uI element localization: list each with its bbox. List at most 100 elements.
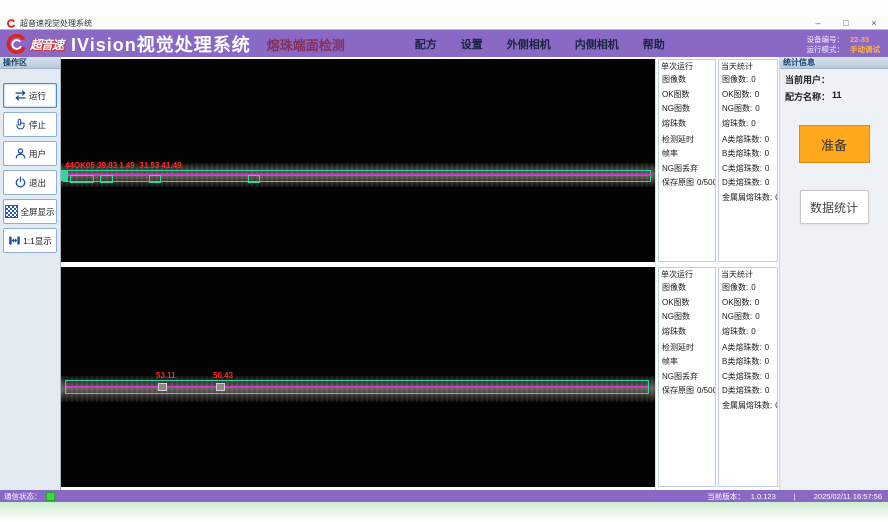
camera-content: 44OK05 39.83 1.49 31.53 41.49 53.11 56.4… (61, 57, 655, 490)
bead-centerline-overlay (66, 386, 648, 388)
data-statistics-button[interactable]: 数据统计 (800, 190, 869, 224)
segment-marker-overlay (248, 175, 260, 183)
groupbox-title: 当天统计 (719, 268, 777, 283)
device-number-value: 22-33 (850, 35, 880, 44)
menu-item[interactable]: 内侧相机 (575, 36, 619, 52)
app-logo-small-icon (7, 19, 16, 28)
camera-view-inner[interactable]: 53.11 56.43 (61, 267, 655, 487)
stat-row: NG图数:0 (722, 104, 777, 114)
maximize-button[interactable]: □ (832, 18, 860, 28)
power-icon (14, 176, 27, 189)
app-header: 超音速 IVision视觉处理系统 熔珠端面检测 配方 设置 外侧相机 内侧相机… (0, 29, 888, 58)
groupbox-title: 单次运行 (659, 268, 715, 283)
prepare-button[interactable]: 准备 (799, 125, 870, 163)
groupbox-title: 单次运行 (659, 60, 715, 75)
measurement-annotation: 56.43 (213, 371, 233, 380)
app-subtitle: 熔珠端面检测 (267, 35, 345, 54)
segment-marker-overlay (70, 175, 94, 183)
device-info: 设备编号： 22-33 运行模式： 手动调试 (807, 35, 881, 54)
stat-row: 熔珠数:0 (722, 327, 777, 337)
stat-row: B类熔珠数:0 (722, 149, 777, 159)
stat-row: OK图数:0 (722, 90, 777, 100)
bead-marker-box (216, 383, 225, 391)
bead-marker-box (158, 383, 167, 391)
close-button[interactable]: × (860, 18, 888, 28)
one-to-one-icon (8, 234, 21, 247)
comm-status-indicator (46, 492, 55, 501)
run-button-label: 运行 (29, 90, 46, 102)
daily-stats-groupbox: 当天统计 图像数:0 OK图数:0 (718, 267, 778, 487)
menu-item[interactable]: 帮助 (643, 36, 665, 52)
stat-row: A类熔珠数:0 (722, 343, 777, 353)
operation-sidebar: 操作区 运行 (0, 57, 61, 490)
stat-row: 帧率 (662, 357, 715, 367)
stat-row: OK图数:0 (722, 298, 777, 308)
edge-marker-overlay (61, 170, 68, 181)
fullscreen-button[interactable]: 全屏显示 (3, 199, 57, 224)
info-panel: 统计信息 当前用户： 配方名称： 11 准备 数据统计 (779, 57, 888, 490)
stat-row: 检测延时 (662, 343, 715, 353)
stat-row: D类熔珠数:0 (722, 386, 777, 396)
fullscreen-button-label: 全屏显示 (20, 206, 54, 218)
menu-item[interactable]: 配方 (415, 36, 437, 52)
segment-marker-overlay (149, 175, 161, 183)
stat-row: NG图丢弃 (662, 372, 715, 382)
stat-row: 熔珠数:0 (722, 119, 777, 129)
stat-row: 金属屑熔珠数:0 (722, 193, 777, 203)
desktop-background-top (0, 0, 888, 17)
camera-view-outer[interactable]: 44OK05 39.83 1.49 31.53 41.49 (61, 59, 655, 262)
stat-row: C类熔珠数:0 (722, 372, 777, 382)
stats-section-outer: 单次运行 图像数 OK图数 NG (656, 59, 779, 262)
stat-row: D类熔珠数:0 (722, 178, 777, 188)
single-run-groupbox: 单次运行 图像数 OK图数 NG (658, 267, 716, 487)
device-number-label: 设备编号： (807, 35, 845, 44)
stat-row: 图像数 (662, 283, 715, 293)
minimize-button[interactable]: – (804, 18, 832, 28)
user-button[interactable]: 用户 (3, 141, 57, 166)
exit-button-label: 退出 (29, 177, 46, 189)
datetime-value: 2025/02/11 16:57:56 (814, 492, 882, 501)
window-title: 超音速视觉处理系统 (20, 18, 92, 29)
user-button-label: 用户 (29, 148, 46, 160)
run-button[interactable]: 运行 (3, 83, 57, 108)
stat-row: 图像数:0 (722, 283, 777, 293)
fullscreen-grid-icon (5, 205, 18, 218)
status-bar: 通信状态： 当前版本： 1.0.123 | 2025/02/11 16:57:5… (0, 490, 888, 502)
run-mode-value: 手动调试 (850, 45, 880, 54)
stat-row: B类熔珠数:0 (722, 357, 777, 367)
stop-button[interactable]: 停止 (3, 112, 57, 137)
menu-item[interactable]: 设置 (461, 36, 483, 52)
exit-button[interactable]: 退出 (3, 170, 57, 195)
version-label: 当前版本： (707, 491, 745, 502)
comm-status-label: 通信状态： (4, 491, 42, 502)
statistics-columns: 单次运行 图像数 OK图数 NG (655, 57, 779, 490)
current-user-label: 当前用户： (785, 73, 830, 86)
one-to-one-button[interactable]: 1:1显示 (3, 228, 57, 253)
single-run-groupbox: 单次运行 图像数 OK图数 NG (658, 59, 716, 262)
user-icon (14, 147, 27, 160)
stat-row: NG图数 (662, 312, 715, 322)
stat-row: 图像数:0 (722, 75, 777, 85)
screen: 超音速视觉处理系统 – □ × 超音速 IVision视觉处理系统 熔珠端面检测… (0, 0, 888, 522)
main-menu: 配方 设置 外侧相机 内侧相机 帮助 (415, 36, 665, 52)
stat-row: 帧率 (662, 149, 715, 159)
stat-row: NG图丢弃 (662, 164, 715, 174)
daily-stats-groupbox: 当天统计 图像数:0 OK图数:0 (718, 59, 778, 262)
window-body: 操作区 运行 (0, 57, 888, 490)
brand: 超音速 (6, 33, 63, 55)
version-value: 1.0.123 (751, 492, 776, 501)
stat-row: NG图数 (662, 104, 715, 114)
run-mode-label: 运行模式： (807, 45, 845, 54)
stat-row: C类熔珠数:0 (722, 164, 777, 174)
measurement-text-overlay: 44OK05 39.83 1.49 31.53 41.49 (65, 161, 182, 170)
one-to-one-button-label: 1:1显示 (23, 235, 52, 247)
stat-row: 保存原图0/500 (662, 386, 715, 396)
measurement-annotation: 53.11 (156, 371, 176, 380)
segment-marker-overlay (100, 175, 113, 183)
statusbar-separator: | (794, 492, 796, 501)
stat-row: 金属屑熔珠数:0 (722, 401, 777, 411)
desktop-background-bottom (0, 502, 888, 522)
brand-name: 超音速 (30, 36, 63, 53)
menu-item[interactable]: 外侧相机 (507, 36, 551, 52)
recipe-name-value: 11 (832, 90, 842, 103)
